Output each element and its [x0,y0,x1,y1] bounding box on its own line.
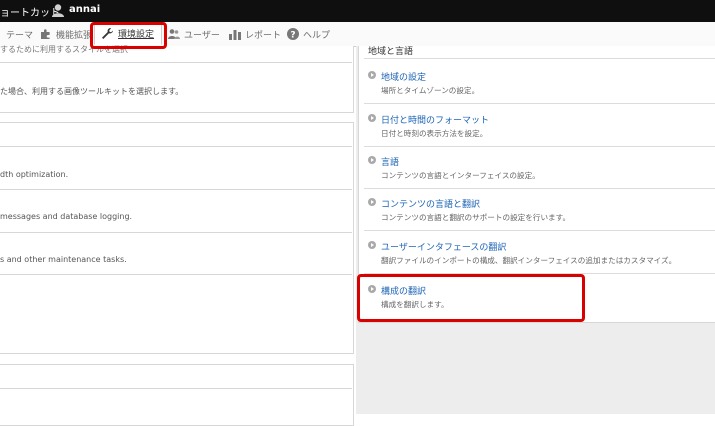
item-description: コンテンツの言語と翻訳のサポートの設定を行います。 [381,213,571,222]
divider [364,146,715,147]
item-link[interactable]: 地域の設定 [381,70,426,83]
item-link[interactable]: コンテンツの言語と翻訳 [381,197,480,210]
arrow-icon [368,114,376,122]
divider [364,230,715,231]
block-title: 地域と言語 [368,47,414,57]
arrow-icon [368,198,376,206]
item-description: 場所とタイムゾーンの設定。 [381,86,480,95]
divider [364,188,715,189]
highlight-box-config-translation [357,274,585,322]
nav-item-label: ヘルプ [303,30,331,41]
item-description: 翻訳ファイルのインポートの構成、翻訳インターフェイスの追加またはカスタマイズ。 [381,256,677,265]
block-description: た場合、利用する画像ツールキットを選択します。 [0,87,184,96]
puzzle-icon [41,29,50,39]
arrow-icon [368,156,376,164]
divider [364,103,715,104]
help-icon: ? [287,28,299,40]
config-block-development [0,122,354,354]
block-description: messages and database logging. [0,212,133,221]
divider [0,388,352,389]
svg-text:?: ? [290,31,295,41]
nav-item-themes[interactable]: テーマ [0,22,33,46]
item-description: 日付と時刻の表示方法を設定。 [381,129,488,138]
divider [0,189,352,190]
block-description: dth optimization. [0,170,69,179]
item-link[interactable]: 日付と時間のフォーマット [381,113,489,126]
config-block-media [0,46,354,113]
people-icon [168,29,180,39]
nav-item-label: 機能拡張 [56,30,93,41]
highlight-box-configuration [90,22,167,49]
nav-item-label: テーマ [6,30,34,41]
item-link[interactable]: ユーザーインタフェースの翻訳 [381,240,506,253]
nav-item-people[interactable]: ユーザー [168,22,220,46]
bar-chart-icon [229,30,241,40]
nav-item-extend[interactable]: 機能拡張 [40,22,92,46]
config-block-system [0,364,354,426]
brush-icon [0,29,2,39]
divider [0,274,352,275]
user-icon [52,4,64,17]
divider [0,146,352,147]
divider [0,232,352,233]
nav-item-label: レポート [245,30,282,41]
nav-item-reports[interactable]: レポート [229,22,281,46]
nav-item-label: ユーザー [184,30,220,41]
item-link[interactable]: 言語 [381,155,399,168]
user-menu-link[interactable]: annai [69,4,100,15]
divider [364,58,715,59]
admin-toolbar: ョートカット annai [0,0,715,22]
arrow-icon [368,241,376,249]
nav-item-help[interactable]: ? ヘルプ [287,22,330,46]
arrow-icon [368,71,376,79]
block-description: s and other maintenance tasks. [0,255,127,264]
divider [0,62,352,63]
item-description: コンテンツの言語とインターフェイスの設定。 [381,171,540,180]
